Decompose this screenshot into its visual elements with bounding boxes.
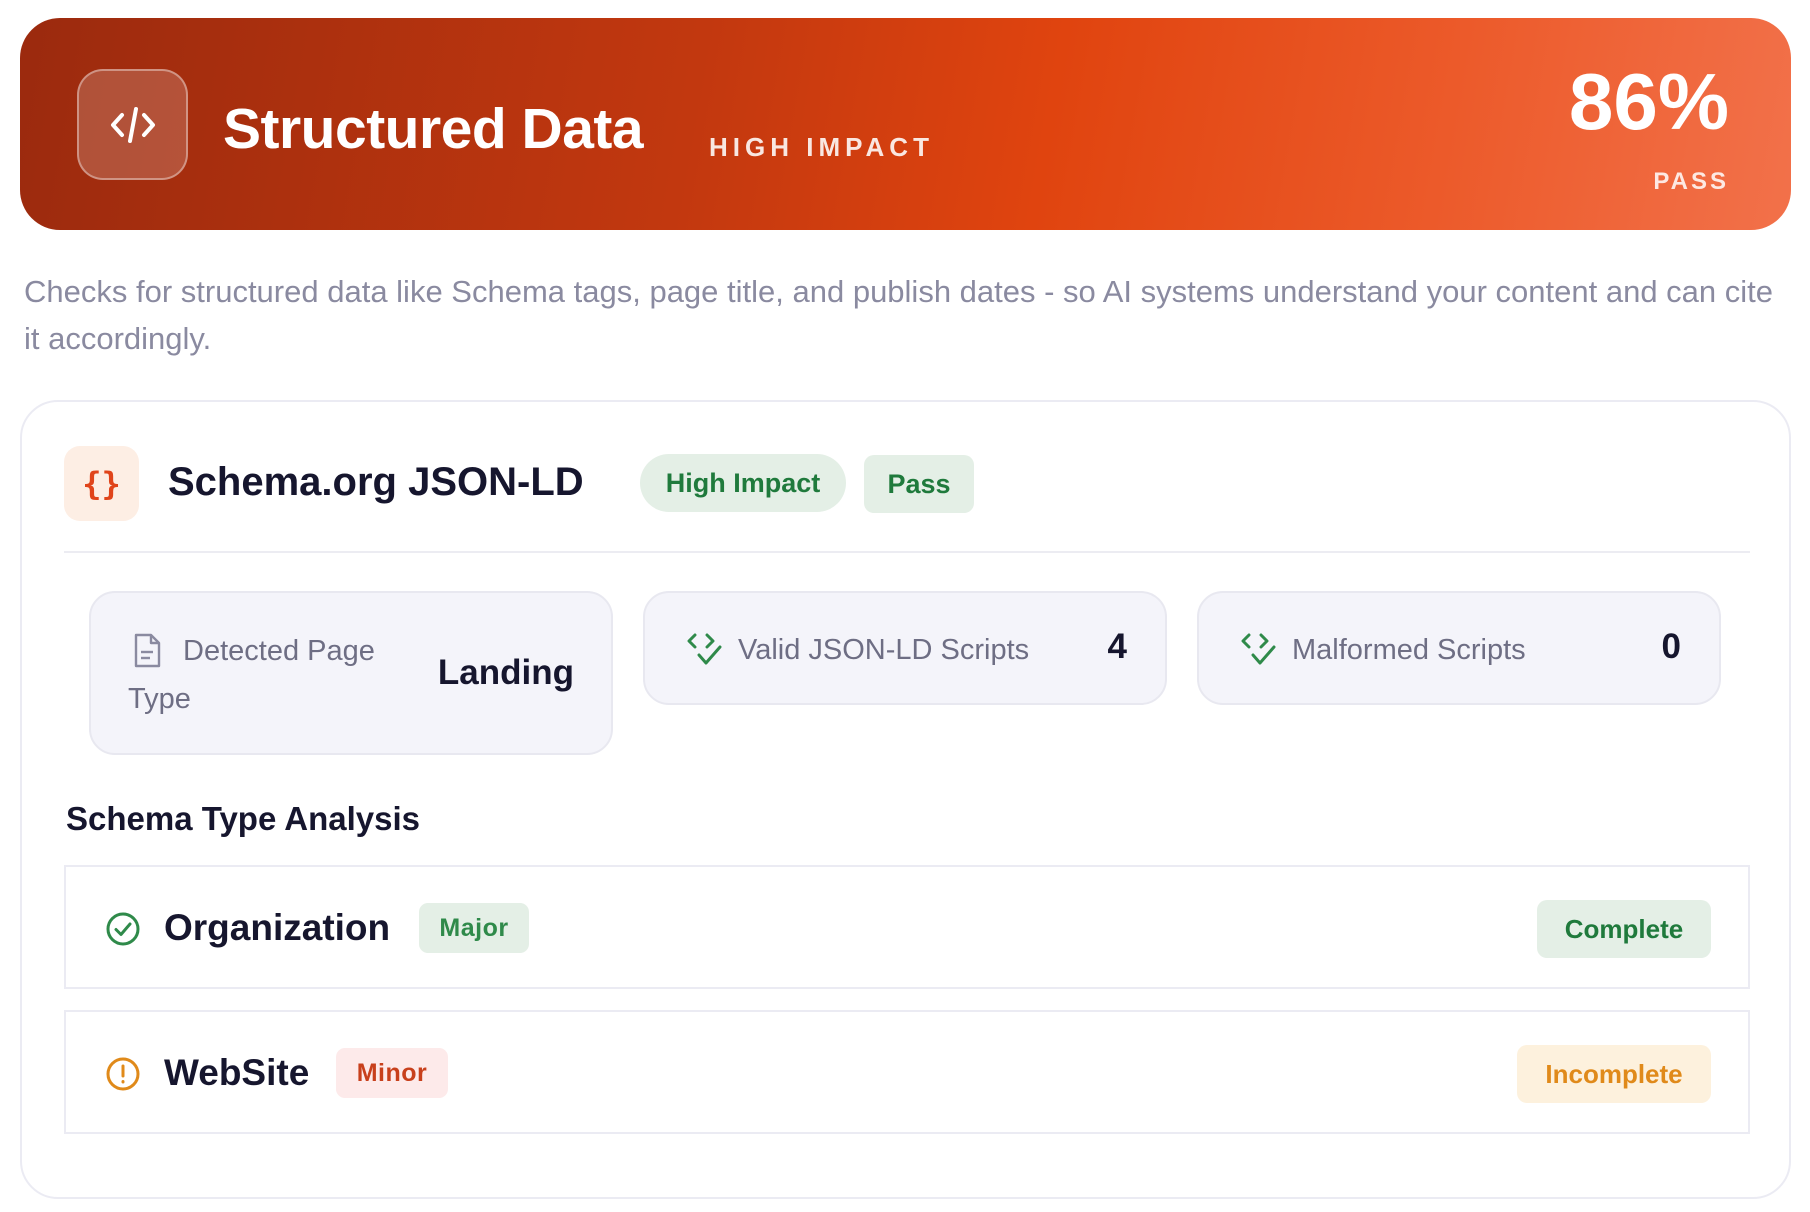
completion-status-badge: Incomplete xyxy=(1517,1045,1711,1103)
stat-value: 0 xyxy=(1661,627,1681,666)
completion-status-badge: Complete xyxy=(1537,900,1711,958)
stat-label: Valid JSON-LD Scripts xyxy=(738,634,1030,666)
card-header: {} Schema.org JSON-LD High Impact Pass xyxy=(64,446,1764,521)
impact-label: HIGH IMPACT xyxy=(709,132,934,162)
check-circle-icon xyxy=(106,912,140,946)
card-title: Schema.org JSON-LD xyxy=(168,460,584,504)
code-check-icon xyxy=(687,633,722,665)
severity-badge: Minor xyxy=(336,1048,448,1098)
impact-badge: High Impact xyxy=(640,454,846,512)
stat-value: Landing xyxy=(437,653,574,692)
stat-malformed-scripts: Malformed Scripts 0 xyxy=(1197,591,1721,705)
alert-circle-icon xyxy=(106,1057,140,1091)
stat-page-type: Detected Page Type Landing xyxy=(89,591,613,755)
stat-label-line1: Detected Page xyxy=(183,635,375,667)
stat-valid-scripts: Valid JSON-LD Scripts 4 xyxy=(643,591,1167,705)
header-banner: Structured Data HIGH IMPACT 86% PASS xyxy=(20,18,1791,230)
stat-value: 4 xyxy=(1107,627,1127,666)
page-title: Structured Data xyxy=(223,97,644,161)
section-description: Checks for structured data like Schema t… xyxy=(24,274,1774,356)
code-check-icon xyxy=(1241,633,1276,665)
score-status: PASS xyxy=(1653,168,1729,195)
braces-icon: {} xyxy=(64,446,139,521)
stat-label: Malformed Scripts xyxy=(1292,634,1526,666)
status-badge: Pass xyxy=(864,455,974,513)
score-value: 86% xyxy=(1568,57,1729,146)
severity-badge: Major xyxy=(419,903,529,953)
schema-type-name: WebSite xyxy=(164,1052,310,1093)
schema-type-row[interactable]: WebSite Minor Incomplete xyxy=(64,1010,1750,1134)
analysis-title: Schema Type Analysis xyxy=(66,800,420,837)
stat-label-line2: Type xyxy=(128,683,191,715)
code-icon xyxy=(77,69,188,180)
schema-card: {} Schema.org JSON-LD High Impact Pass D… xyxy=(20,400,1791,1199)
document-icon xyxy=(134,633,161,668)
schema-type-row[interactable]: Organization Major Complete xyxy=(64,865,1750,989)
divider xyxy=(64,551,1750,553)
schema-type-name: Organization xyxy=(164,907,391,948)
